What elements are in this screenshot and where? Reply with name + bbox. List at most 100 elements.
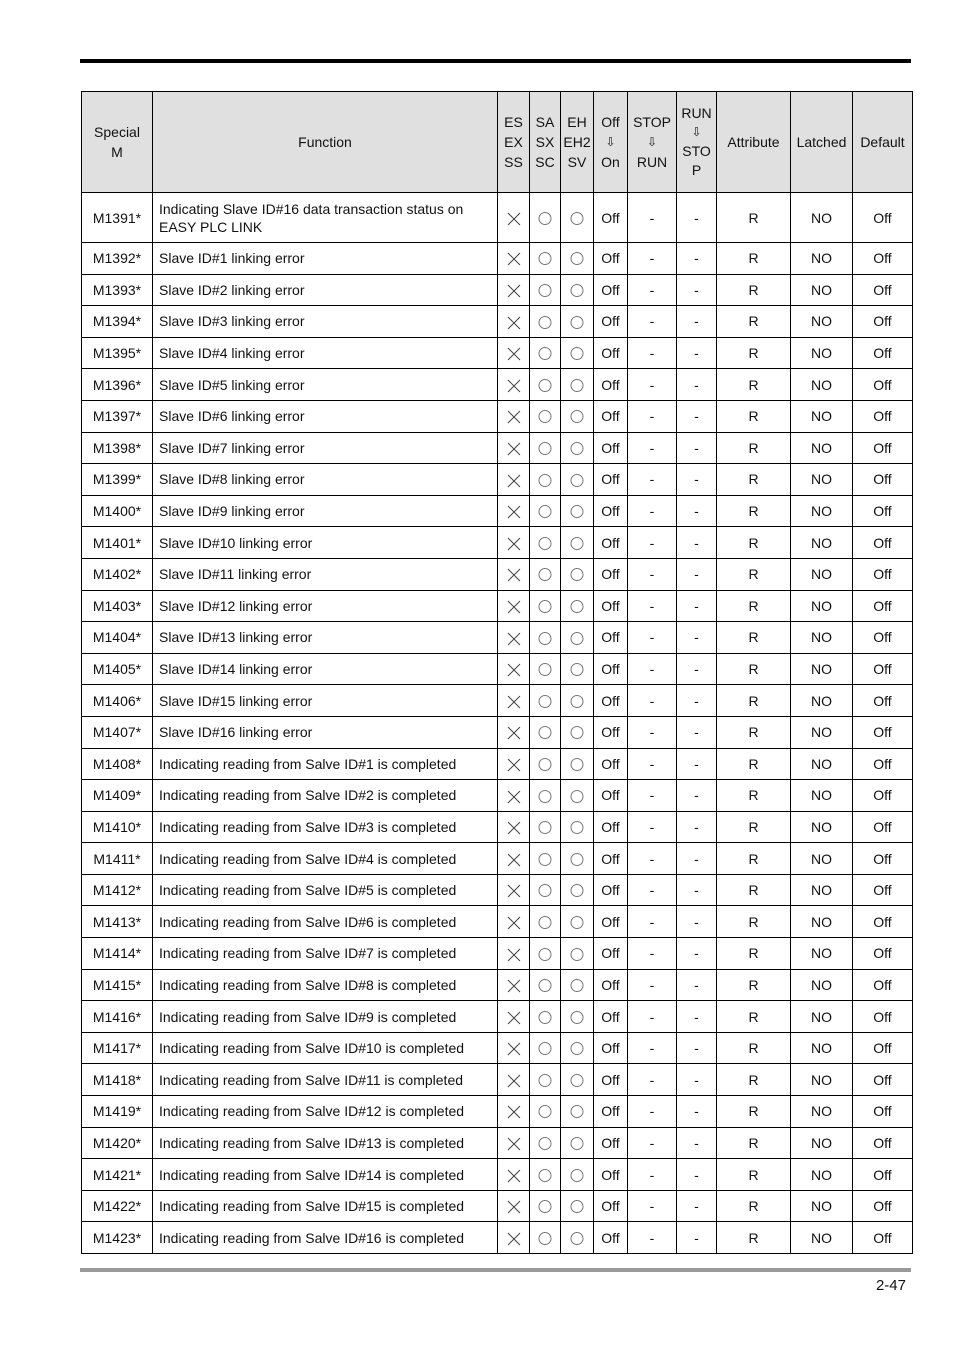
circle-icon: [569, 947, 585, 963]
default-cell: Off: [852, 494, 913, 528]
stop-run-cell: -: [627, 305, 677, 338]
eh-support-cell: [560, 684, 594, 717]
default-cell: Off: [852, 368, 913, 401]
default-cell: Off: [852, 1126, 913, 1160]
function-cell: Indicating reading from Salve ID#13 is c…: [152, 1126, 498, 1160]
off-on-cell: Off: [593, 1063, 628, 1097]
stop-run-cell: -: [627, 1063, 677, 1097]
es-support-cell: [497, 779, 530, 812]
stop-run-cell: -: [627, 1189, 677, 1223]
stop-run-cell: -: [627, 192, 677, 243]
header-line: Special: [94, 124, 140, 140]
attribute-cell: R: [716, 842, 791, 875]
attribute-cell: R: [716, 715, 791, 749]
sa-support-cell: [529, 368, 561, 401]
special-m-cell: M1398*: [81, 431, 153, 465]
special-m-cell: M1403*: [81, 589, 153, 623]
es-support-cell: [497, 747, 530, 781]
special-m-cell: M1409*: [81, 779, 153, 812]
table-row: M1409* Indicating reading from Salve ID#2…: [81, 779, 913, 812]
function-text: Indicating reading from Salve ID#11 is c…: [159, 1071, 464, 1088]
default-cell: Off: [852, 431, 913, 465]
function-cell: Indicating Slave ID#16 data transaction …: [152, 192, 498, 243]
col-header-eh: EH EH2 SV: [560, 91, 594, 193]
header-line: SA: [535, 114, 555, 130]
run-stop-cell: -: [676, 842, 717, 875]
es-support-cell: [497, 463, 530, 496]
attribute-cell: R: [716, 589, 791, 623]
latched-cell: NO: [790, 937, 853, 970]
circle-icon: [537, 694, 553, 710]
default-cell: Off: [852, 1221, 913, 1254]
eh-support-cell: [560, 873, 594, 907]
col-header-run-stop: RUN ⇩ STO P: [676, 91, 717, 193]
cross-icon: [506, 1073, 522, 1089]
attribute-cell: R: [716, 526, 791, 559]
header-line: M: [111, 144, 123, 160]
stop-run-cell: -: [627, 1158, 677, 1191]
latched-cell: NO: [790, 192, 853, 243]
eh-support-cell: [560, 715, 594, 749]
off-on-cell: Off: [593, 1158, 628, 1191]
cross-icon: [506, 409, 522, 425]
eh-support-cell: [560, 192, 594, 243]
default-cell: Off: [852, 937, 913, 970]
circle-icon: [569, 1231, 585, 1247]
function-text: Indicating reading from Salve ID#15 is c…: [159, 1198, 465, 1215]
header-line: EH2: [563, 134, 591, 150]
default-cell: Off: [852, 810, 913, 844]
circle-icon: [569, 1041, 585, 1057]
off-on-cell: Off: [593, 810, 628, 844]
circle-icon: [537, 1104, 553, 1120]
latched-cell: NO: [790, 305, 853, 338]
eh-support-cell: [560, 1189, 594, 1223]
table-row: M1393* Slave ID#2 linking error Off - - R NO Of…: [81, 273, 913, 307]
run-stop-cell: -: [676, 747, 717, 781]
cross-icon: [506, 1010, 522, 1026]
sa-support-cell: [529, 463, 561, 496]
special-m-cell: M1418*: [81, 1063, 153, 1097]
es-support-cell: [497, 1221, 530, 1254]
circle-icon: [537, 283, 553, 299]
off-on-cell: Off: [593, 192, 628, 243]
es-support-cell: [497, 842, 530, 875]
function-cell: Slave ID#15 linking error: [152, 684, 498, 717]
stop-run-cell: -: [627, 273, 677, 307]
eh-support-cell: [560, 905, 594, 939]
function-text: Indicating reading from Salve ID#14 is c…: [159, 1166, 465, 1183]
function-text: Slave ID#5 linking error: [159, 376, 305, 393]
sa-support-cell: [529, 652, 561, 686]
sa-support-cell: [529, 1189, 561, 1223]
off-on-cell: Off: [593, 652, 628, 686]
latched-cell: NO: [790, 589, 853, 623]
cross-icon: [506, 378, 522, 394]
sa-support-cell: [529, 1031, 561, 1065]
latched-cell: NO: [790, 873, 853, 907]
latched-cell: NO: [790, 431, 853, 465]
eh-support-cell: [560, 242, 594, 275]
default-cell: Off: [852, 526, 913, 559]
eh-support-cell: [560, 336, 594, 370]
latched-cell: NO: [790, 621, 853, 654]
circle-icon: [537, 567, 553, 583]
off-on-cell: Off: [593, 1126, 628, 1160]
circle-icon: [537, 346, 553, 362]
es-support-cell: [497, 557, 530, 591]
stop-run-cell: -: [627, 431, 677, 465]
off-on-cell: Off: [593, 1221, 628, 1254]
attribute-cell: R: [716, 810, 791, 844]
circle-icon: [537, 725, 553, 741]
function-cell: Indicating reading from Salve ID#1 is co…: [152, 747, 498, 781]
function-cell: Indicating reading from Salve ID#7 is co…: [152, 937, 498, 970]
latched-cell: NO: [790, 1063, 853, 1097]
off-on-cell: Off: [593, 968, 628, 1002]
default-cell: Off: [852, 779, 913, 812]
off-on-cell: Off: [593, 494, 628, 528]
function-cell: Slave ID#9 linking error: [152, 494, 498, 528]
default-cell: Off: [852, 463, 913, 496]
function-cell: Indicating reading from Salve ID#12 is c…: [152, 1095, 498, 1128]
circle-icon: [537, 631, 553, 647]
default-cell: Off: [852, 747, 913, 781]
special-m-cell: M1405*: [81, 652, 153, 686]
circle-icon: [537, 504, 553, 520]
